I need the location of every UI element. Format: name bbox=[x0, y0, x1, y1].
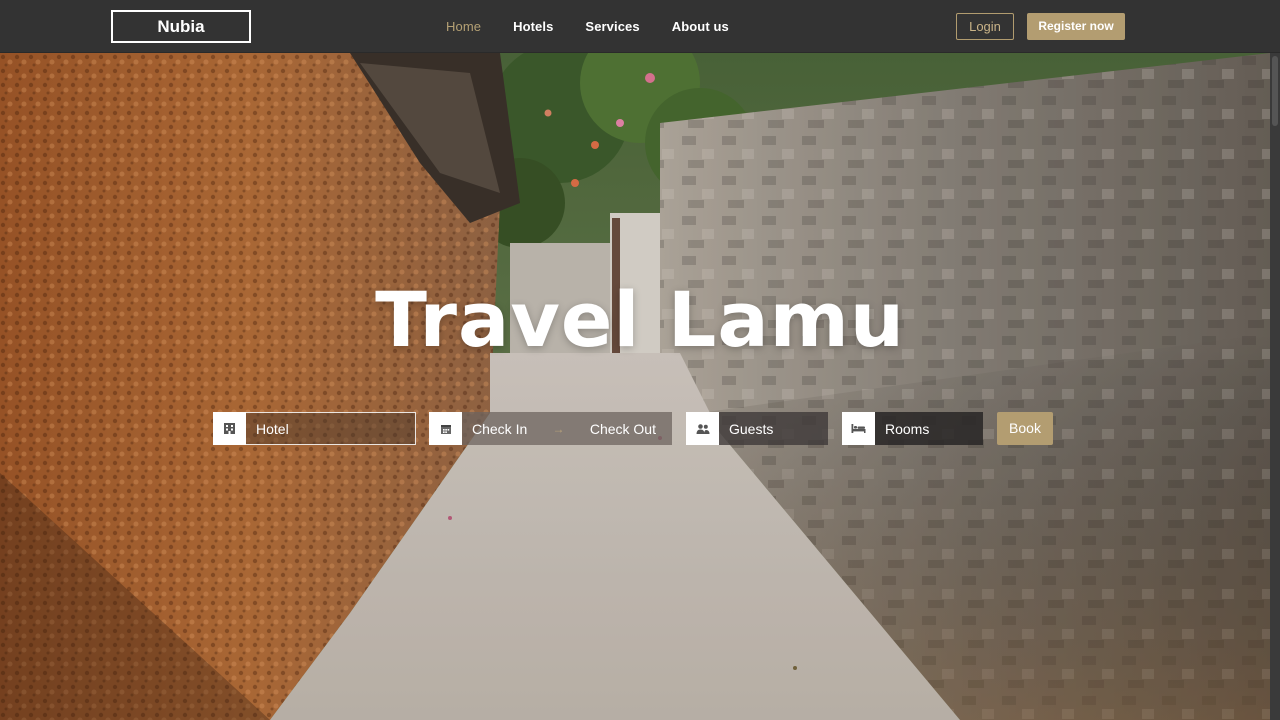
book-button[interactable]: Book bbox=[997, 412, 1053, 445]
nav-link-about-us[interactable]: About us bbox=[672, 19, 729, 34]
building-icon bbox=[213, 412, 246, 445]
hero-image bbox=[0, 53, 1270, 720]
rooms-field[interactable]: Rooms bbox=[842, 412, 983, 445]
register-button[interactable]: Register now bbox=[1027, 13, 1125, 40]
guests-field[interactable]: Guests bbox=[686, 412, 828, 445]
navbar: Nubia Home Hotels Services About us Logi… bbox=[0, 0, 1280, 53]
nav-link-home[interactable]: Home bbox=[446, 19, 481, 34]
arrow-right-icon: → bbox=[552, 421, 565, 436]
login-button[interactable]: Login bbox=[956, 13, 1014, 40]
guests-input[interactable]: Guests bbox=[719, 412, 828, 445]
hero-title: Travel Lamu bbox=[375, 275, 905, 364]
users-icon bbox=[686, 412, 719, 445]
date-range-box: Check In → Check Out bbox=[462, 412, 672, 445]
check-out-input[interactable]: Check Out bbox=[590, 421, 656, 437]
scrollbar[interactable] bbox=[1270, 53, 1280, 720]
rooms-input[interactable]: Rooms bbox=[875, 412, 983, 445]
hero-background bbox=[0, 53, 1270, 720]
nav-link-hotels[interactable]: Hotels bbox=[513, 19, 553, 34]
hotel-input[interactable]: Hotel bbox=[246, 412, 416, 445]
scrollbar-thumb[interactable] bbox=[1272, 56, 1278, 126]
check-in-input[interactable]: Check In bbox=[472, 421, 527, 437]
nav-links: Home Hotels Services About us bbox=[430, 0, 745, 53]
date-range-field[interactable]: Check In → Check Out bbox=[429, 412, 672, 445]
nav-link-services[interactable]: Services bbox=[585, 19, 639, 34]
bed-icon bbox=[842, 412, 875, 445]
brand-logo[interactable]: Nubia bbox=[111, 10, 251, 43]
calendar-icon bbox=[429, 412, 462, 445]
hotel-field[interactable]: Hotel bbox=[213, 412, 416, 445]
